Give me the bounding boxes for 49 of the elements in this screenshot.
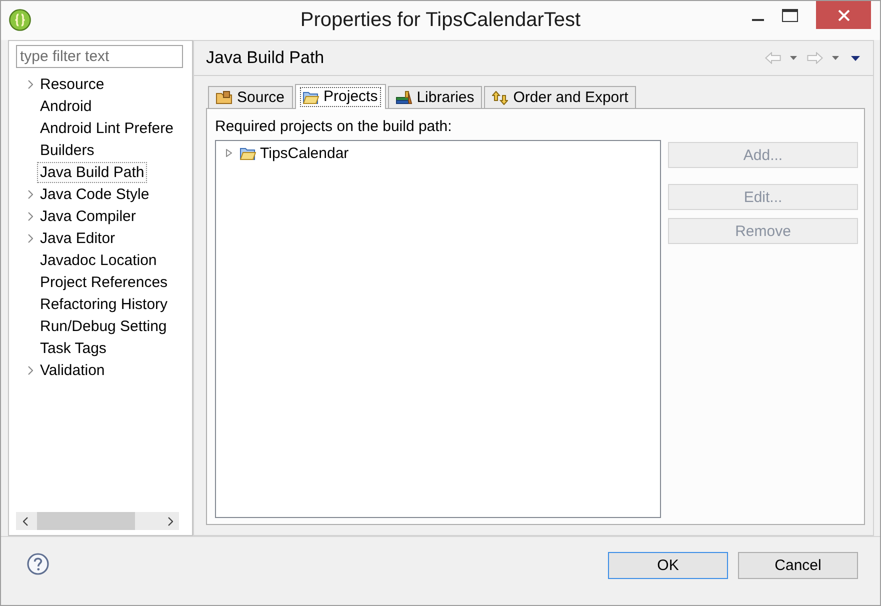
- tab[interactable]: Projects: [294, 84, 386, 109]
- menu-caret-icon[interactable]: [851, 56, 860, 60]
- expand-arrow-icon[interactable]: [226, 149, 232, 157]
- horizontal-scrollbar[interactable]: [16, 512, 179, 530]
- close-icon: [838, 10, 850, 20]
- field-label: Required projects on the build path:: [215, 117, 453, 137]
- tree-item[interactable]: Validation: [37, 360, 108, 380]
- up-down-arrows-icon: [492, 90, 508, 104]
- package-folder-icon: [216, 91, 232, 104]
- tree-item[interactable]: Javadoc Location: [37, 250, 160, 270]
- chevron-right-icon[interactable]: [28, 190, 33, 198]
- chevron-right-icon[interactable]: [28, 212, 33, 220]
- minimize-icon: [752, 19, 764, 21]
- cancel-button[interactable]: Cancel: [738, 552, 858, 579]
- chevron-right-icon[interactable]: [28, 234, 33, 242]
- tree-item[interactable]: Refactoring History: [37, 294, 171, 314]
- tree-item[interactable]: Resource: [37, 74, 108, 94]
- tree-item[interactable]: Android Lint Prefere: [37, 118, 176, 138]
- close-button[interactable]: [816, 1, 871, 29]
- tree-item[interactable]: Java Editor: [37, 228, 118, 248]
- tree-item[interactable]: Task Tags: [37, 338, 110, 358]
- filter-field[interactable]: type filter text: [16, 45, 183, 68]
- chevron-left-icon[interactable]: [22, 516, 28, 526]
- chevron-right-icon[interactable]: [28, 366, 33, 374]
- open-folder-icon: [240, 146, 256, 160]
- tab[interactable]: Libraries: [388, 86, 482, 108]
- tree-item[interactable]: Builders: [37, 140, 98, 160]
- tree-item[interactable]: Java Code Style: [37, 184, 152, 204]
- tab[interactable]: Source: [208, 86, 293, 108]
- app-icon: [9, 9, 31, 31]
- open-folder-icon: [302, 90, 319, 104]
- maximize-icon: [782, 8, 798, 22]
- books-icon: [396, 91, 412, 104]
- chevron-right-icon[interactable]: [28, 80, 33, 88]
- window-title: Properties for TipsCalendarTest: [300, 8, 581, 33]
- tree-item[interactable]: Project References: [37, 272, 171, 292]
- dropdown-caret-icon[interactable]: [790, 56, 797, 60]
- tree-item[interactable]: Android: [37, 96, 95, 116]
- tree-item[interactable]: Java Build Path: [37, 162, 148, 182]
- dropdown-caret-icon[interactable]: [832, 56, 839, 60]
- page-title: Java Build Path: [206, 48, 324, 68]
- chevron-right-icon[interactable]: [168, 516, 172, 526]
- tree-item[interactable]: Java Compiler: [37, 206, 139, 226]
- tree-item[interactable]: Run/Debug Setting: [37, 316, 170, 336]
- project-item[interactable]: TipsCalendar: [260, 144, 349, 162]
- help-icon[interactable]: [27, 553, 49, 575]
- scrollbar-thumb[interactable]: [37, 512, 135, 530]
- ok-button[interactable]: OK: [608, 552, 728, 579]
- tab[interactable]: Order and Export: [484, 86, 636, 108]
